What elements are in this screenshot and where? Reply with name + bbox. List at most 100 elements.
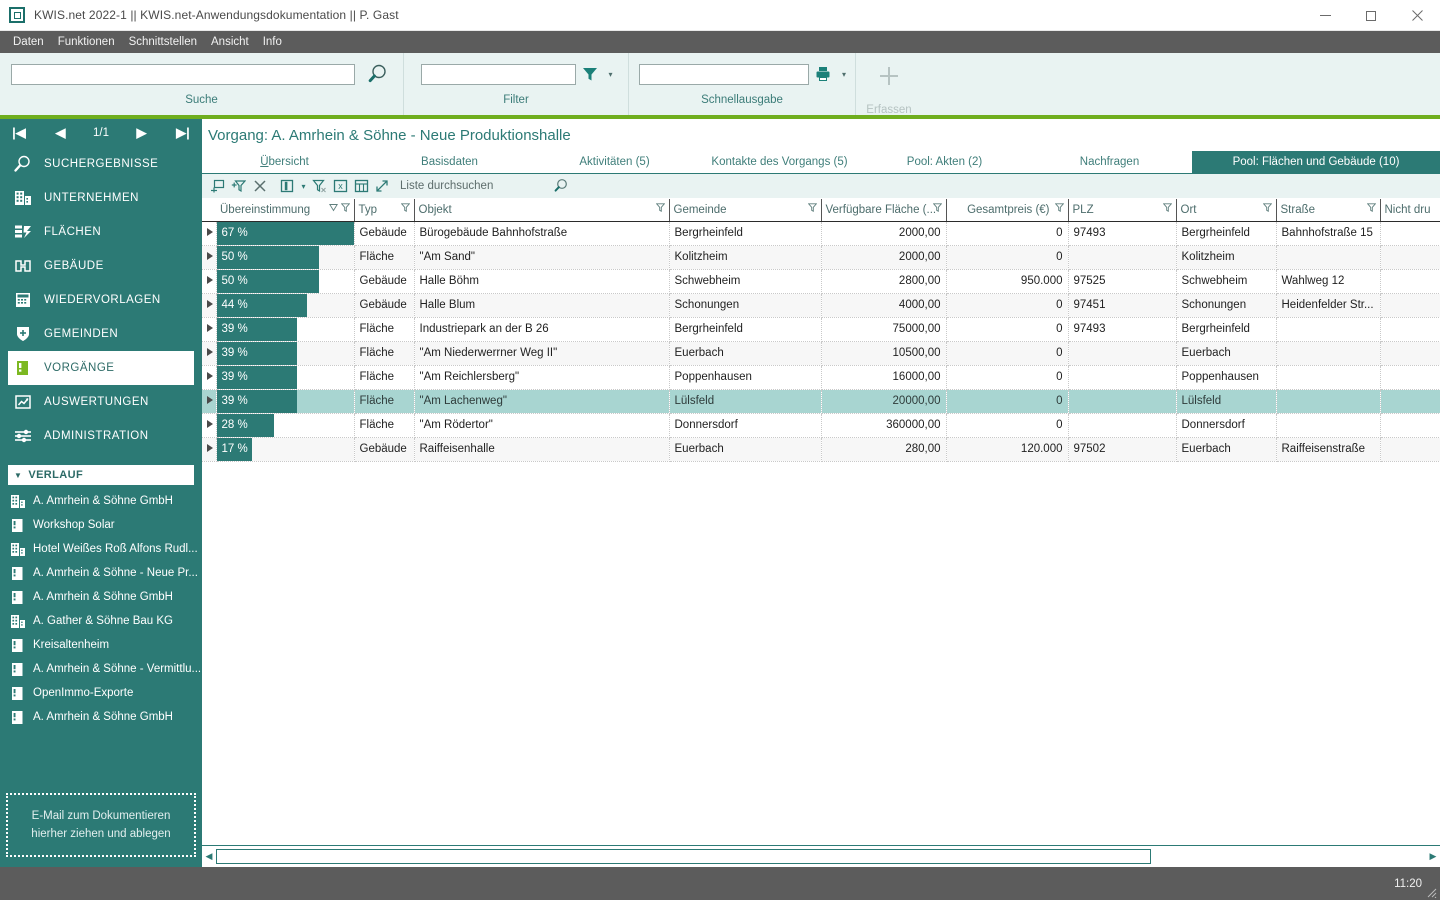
history-item[interactable]: A. Amrhein & Söhne - Neue Pr... — [0, 561, 202, 585]
row-expander[interactable] — [202, 317, 217, 342]
table-row[interactable]: 50 % Fläche "Am Sand" Kolitzheim 2000,00 0 Kol… — [202, 245, 1440, 270]
tab-pool-fl-chen-und-geb-ude-10[interactable]: Pool: Flächen und Gebäude (10) — [1192, 151, 1440, 173]
row-expander[interactable] — [202, 413, 217, 438]
sidebar-item-auswertungen[interactable]: AUSWERTUNGEN — [0, 385, 202, 419]
row-expander[interactable] — [202, 389, 217, 414]
table-row[interactable]: 39 % Fläche Industriepark an der B 26 Bergr… — [202, 317, 1440, 342]
sidebar-item-gemeinden[interactable]: GEMEINDEN — [0, 317, 202, 351]
column-filter-icon[interactable] — [1162, 203, 1172, 215]
history-item[interactable]: Kreisaltenheim — [0, 633, 202, 657]
menu-item-ansicht[interactable]: Ansicht — [204, 34, 256, 50]
scroll-right-arrow[interactable]: ▶ — [1426, 847, 1440, 867]
column-header-expander[interactable] — [202, 199, 216, 222]
sidebar-item-wiedervorlagen[interactable]: WIEDERVORLAGEN — [0, 283, 202, 317]
table-row[interactable]: 50 % Gebäude Halle Böhm Schwebheim 2800,00 95… — [202, 269, 1440, 294]
column-header-match[interactable]: Übereinstimmung — [216, 199, 355, 222]
history-item[interactable]: OpenImmo-Exporte — [0, 681, 202, 705]
column-filter-icon[interactable] — [807, 203, 817, 215]
menu-item-daten[interactable]: Daten — [6, 34, 51, 50]
scroll-left-arrow[interactable]: ◀ — [202, 847, 216, 867]
minimize-button[interactable] — [1302, 0, 1348, 31]
sidebar-item-vorgaenge[interactable]: VORGÄNGE — [8, 351, 194, 385]
sidebar-item-flaechen[interactable]: FLÄCHEN — [0, 215, 202, 249]
table-row[interactable]: 67 % Gebäude Bürogebäude Bahnhofstraße Berg… — [202, 221, 1440, 246]
column-header-plz[interactable]: PLZ — [1068, 199, 1177, 222]
pager-next-button[interactable]: ▶ — [133, 125, 151, 141]
table-row[interactable]: 44 % Gebäude Halle Blum Schonungen 4000,00 0 9… — [202, 293, 1440, 318]
column-filter-icon[interactable] — [1054, 203, 1064, 215]
close-button[interactable] — [1394, 0, 1440, 31]
scrollbar-track[interactable] — [216, 849, 1426, 864]
row-expander[interactable] — [202, 269, 217, 294]
quick-output-input[interactable] — [639, 63, 809, 85]
add-row-icon[interactable] — [207, 176, 228, 196]
expand-all-icon[interactable] — [372, 176, 393, 196]
table-row[interactable]: 28 % Fläche "Am Rödertor" Donnersdorf 360000… — [202, 413, 1440, 438]
columns-icon[interactable] — [277, 176, 298, 196]
pager-first-button[interactable]: |◀ — [10, 125, 28, 141]
tab-nachfragen[interactable]: Nachfragen — [1027, 151, 1192, 173]
history-item[interactable]: A. Amrhein & Söhne - Vermittlu... — [0, 657, 202, 681]
tab-kontakte-des-vorgangs-5[interactable]: Kontakte des Vorgangs (5) — [697, 151, 862, 173]
column-filter-icon[interactable] — [340, 203, 350, 215]
tab-pool-akten-2[interactable]: Pool: Akten (2) — [862, 151, 1027, 173]
column-header-nicht[interactable]: Nicht dru — [1380, 199, 1440, 222]
row-expander[interactable] — [202, 221, 217, 246]
column-filter-icon[interactable] — [1262, 203, 1272, 215]
column-header-objekt[interactable]: Objekt — [414, 199, 670, 222]
pager-prev-button[interactable]: ◀ — [52, 125, 70, 141]
column-filter-icon[interactable] — [1366, 203, 1376, 215]
column-filter-icon[interactable] — [400, 203, 410, 215]
row-expander[interactable] — [202, 437, 217, 462]
email-dropzone[interactable]: E-Mail zum Dokumentieren hierher ziehen … — [6, 793, 196, 857]
column-header-preis[interactable]: Gesamtpreis (€) — [946, 199, 1069, 222]
grid-search-icon[interactable] — [550, 176, 571, 196]
column-header-flaeche[interactable]: Verfügbare Fläche (... — [821, 199, 947, 222]
history-item[interactable]: A. Amrhein & Söhne GmbH — [0, 705, 202, 729]
tab-bersicht[interactable]: Übersicht — [202, 151, 367, 173]
column-filter-icon[interactable] — [932, 203, 942, 215]
history-header[interactable]: ▼ VERLAUF — [8, 465, 194, 485]
table-row[interactable]: 39 % Fläche "Am Reichlersberg" Poppenhausen… — [202, 365, 1440, 390]
search-input[interactable] — [10, 63, 355, 85]
grid-search-input[interactable]: Liste durchsuchen — [400, 177, 550, 195]
column-header-typ[interactable]: Typ — [354, 199, 415, 222]
grid-layout-icon[interactable] — [351, 176, 372, 196]
history-item[interactable]: Hotel Weißes Roß Alfons Rudl... — [0, 537, 202, 561]
columns-dropdown-icon[interactable]: ▾ — [298, 176, 309, 196]
tab-aktivit-ten-5[interactable]: Aktivitäten (5) — [532, 151, 697, 173]
column-header-strasse[interactable]: Straße — [1276, 199, 1381, 222]
row-expander[interactable] — [202, 245, 217, 270]
table-row[interactable]: 39 % Fläche "Am Niederwerrner Weg II" Euerb… — [202, 341, 1440, 366]
funnel-icon[interactable] — [576, 62, 604, 86]
sidebar-item-administration[interactable]: ADMINISTRATION — [0, 419, 202, 453]
menu-item-schnittstellen[interactable]: Schnittstellen — [122, 34, 204, 50]
sidebar-item-gebaeude[interactable]: GEBÄUDE — [0, 249, 202, 283]
row-expander[interactable] — [202, 341, 217, 366]
search-icon[interactable] — [355, 62, 401, 86]
export-excel-icon[interactable]: x — [330, 176, 351, 196]
scrollbar-thumb[interactable] — [216, 849, 1151, 864]
tab-basisdaten[interactable]: Basisdaten — [367, 151, 532, 173]
history-item[interactable]: A. Amrhein & Söhne GmbH — [0, 585, 202, 609]
sidebar-item-unternehmen[interactable]: UNTERNEHMEN — [0, 181, 202, 215]
add-filter-icon[interactable] — [228, 176, 249, 196]
table-row[interactable]: 17 % Gebäude Raiffeisenhalle Euerbach 280,00… — [202, 437, 1440, 462]
pager-last-button[interactable]: ▶| — [174, 125, 192, 141]
horizontal-scrollbar[interactable]: ◀ ▶ — [202, 845, 1440, 867]
column-filter-icon[interactable] — [655, 203, 665, 215]
menu-item-funktionen[interactable]: Funktionen — [51, 34, 122, 50]
remove-icon[interactable] — [249, 176, 270, 196]
row-expander[interactable] — [202, 365, 217, 390]
printer-icon[interactable] — [809, 62, 837, 86]
history-item[interactable]: A. Amrhein & Söhne GmbH — [0, 489, 202, 513]
filter-dropdown-icon[interactable]: ▾ — [604, 62, 618, 86]
menu-item-info[interactable]: Info — [256, 34, 289, 50]
maximize-button[interactable] — [1348, 0, 1394, 31]
column-header-ort[interactable]: Ort — [1176, 199, 1277, 222]
column-header-gemeinde[interactable]: Gemeinde — [669, 199, 822, 222]
filter-input[interactable] — [420, 63, 576, 85]
clear-filter-icon[interactable] — [309, 176, 330, 196]
quick-output-dropdown-icon[interactable]: ▾ — [837, 62, 851, 86]
table-row[interactable]: 39 % Fläche "Am Lachenweg" Lülsfeld 20000,00… — [202, 389, 1440, 414]
